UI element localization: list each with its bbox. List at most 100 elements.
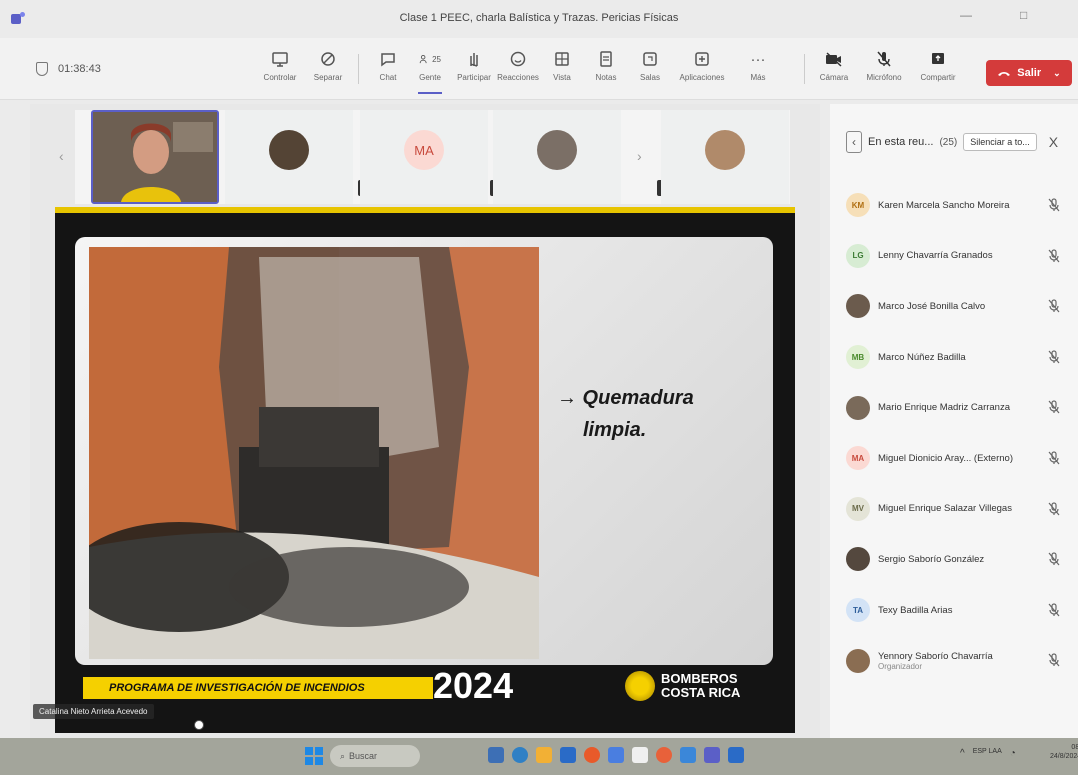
shared-slide: → Quemadura limpia. PROGRAMA DE INVESTIG… (55, 213, 795, 733)
outlook-icon[interactable] (728, 747, 744, 763)
reactions-button[interactable]: Reacciones (496, 48, 540, 94)
mic-off-icon[interactable] (1048, 451, 1060, 468)
participant-video (93, 112, 217, 202)
avatar: TA (846, 598, 870, 623)
chevron-right-icon[interactable]: › (637, 148, 642, 164)
meeting-toolbar: 01:38:43 Controlar Separar Chat 25 Gente… (0, 38, 1078, 100)
shield-icon (36, 62, 48, 76)
participant-row[interactable]: LG Lenny Chavarría Granados (830, 231, 1078, 282)
speaker-name-tag: Catalina Nieto Arrieta Acevedo (33, 704, 154, 719)
file-explorer-icon[interactable] (536, 747, 552, 763)
apps-icon (691, 48, 713, 70)
start-icon[interactable] (305, 747, 323, 765)
people-button[interactable]: 25 Gente (408, 48, 452, 94)
mute-all-button[interactable]: Silenciar a to... (963, 133, 1037, 151)
mic-off-icon[interactable] (1048, 552, 1060, 569)
taskbar-clock[interactable]: 08: 24/8/2024 (1050, 743, 1078, 761)
edge-icon[interactable] (512, 747, 528, 763)
camera-off-icon (823, 48, 845, 70)
firefox-icon[interactable] (656, 747, 672, 763)
control-label: Controlar (263, 73, 297, 82)
more-icon: ··· (750, 50, 766, 68)
more-label: Más (750, 73, 766, 82)
mic-off-icon[interactable] (1048, 299, 1060, 316)
brand-line2: COSTA RICA (661, 685, 741, 700)
chevron-left-icon[interactable]: ‹ (846, 131, 862, 153)
meeting-timer: 01:38:43 (36, 62, 101, 76)
participant-row[interactable]: MA Miguel Dionicio Aray... (Externo) (830, 433, 1078, 484)
separate-label: Separar (313, 73, 343, 82)
minimize-button[interactable]: — (960, 8, 972, 22)
participant-row[interactable]: Sergio Saborío González (830, 534, 1078, 585)
chat-button[interactable]: Chat (366, 48, 410, 94)
apps-label: Aplicaciones (679, 73, 725, 82)
apps-button[interactable]: Aplicaciones (680, 48, 724, 94)
app-icon[interactable] (608, 747, 624, 763)
rooms-button[interactable]: Salas (628, 48, 672, 94)
participant-row[interactable]: Yennory Saborío Chavarría Organizador (830, 635, 1078, 686)
mic-off-icon[interactable] (1048, 248, 1060, 266)
people-icon: 25 (419, 48, 441, 70)
video-thumbnail[interactable] (91, 110, 219, 204)
mic-off-icon (873, 48, 895, 70)
maximize-button[interactable]: □ (1020, 8, 1027, 22)
chevron-down-icon[interactable]: ⌄ (1053, 68, 1061, 79)
fire-damage-photo (89, 247, 539, 659)
share-button[interactable]: Compartir (916, 48, 960, 94)
view-icon (551, 48, 573, 70)
window-title: Clase 1 PEEC, charla Balística y Trazas.… (399, 12, 679, 24)
notes-button[interactable]: Notas (584, 48, 628, 94)
mic-button[interactable]: Micrófono (862, 48, 906, 94)
timer-text: 01:38:43 (58, 63, 101, 75)
participant-row[interactable]: MB Marco Núñez Badilla (830, 332, 1078, 383)
mic-off-icon[interactable] (1048, 198, 1060, 215)
chevron-up-icon[interactable]: ^ (960, 748, 965, 759)
chevron-left-icon[interactable]: ‹ (59, 148, 64, 164)
video-thumbnail[interactable] (493, 110, 621, 204)
app-icon[interactable] (680, 747, 696, 763)
wifi-icon[interactable]: ◔ (1010, 748, 1016, 759)
mic-off-icon[interactable] (1048, 350, 1060, 367)
tray-language[interactable]: ESP LAA (973, 748, 1002, 759)
close-icon[interactable]: X (1049, 134, 1058, 150)
toolbar-divider (358, 54, 359, 84)
store-icon[interactable] (560, 747, 576, 763)
mic-off-icon[interactable] (1048, 603, 1060, 620)
camera-button[interactable]: Cámara (812, 48, 856, 94)
clock-date: 24/8/2024 (1050, 753, 1078, 761)
participant-row[interactable]: TA Texy Badilla Arias (830, 585, 1078, 636)
participant-row[interactable]: Mario Enrique Madriz Carranza (830, 382, 1078, 433)
separate-button[interactable]: Separar (306, 48, 350, 94)
toolbar-divider (804, 54, 805, 84)
raise-hand-button[interactable]: Participar (452, 48, 496, 94)
participant-row[interactable]: Marco José Bonilla Calvo (830, 281, 1078, 332)
participant-row[interactable]: KM Karen Marcela Sancho Moreira (830, 180, 1078, 231)
view-label: Vista (553, 73, 571, 82)
task-view-icon[interactable] (488, 747, 504, 763)
video-thumbnail[interactable] (225, 110, 353, 204)
mic-off-icon[interactable] (1048, 400, 1060, 417)
avatar (705, 130, 745, 170)
meeting-stage: ‹ 1 1 MA 1 › 1 (30, 104, 820, 738)
raise-hand-label: Participar (457, 73, 491, 82)
view-button[interactable]: Vista (540, 48, 584, 94)
video-thumbnail[interactable] (661, 110, 789, 204)
participants-panel: ‹ En esta reu... (25) Silenciar a to... … (830, 104, 1078, 738)
more-button[interactable]: ··· Más (736, 48, 780, 94)
participant-name: Marco Núñez Badilla (878, 351, 966, 363)
rooms-label: Salas (639, 73, 660, 82)
pointer-cursor (194, 720, 204, 730)
taskbar-search[interactable]: ⌕ Buscar (330, 745, 420, 767)
participant-row[interactable]: MV Miguel Enrique Salazar Villegas (830, 484, 1078, 535)
banner-year: 2024 (433, 665, 514, 706)
mic-off-icon[interactable] (1048, 653, 1060, 670)
browser-icon[interactable] (584, 747, 600, 763)
mic-off-icon[interactable] (1048, 501, 1060, 519)
video-thumbnail[interactable]: MA (360, 110, 488, 204)
teams-icon[interactable] (704, 747, 720, 763)
control-button[interactable]: Controlar (258, 48, 302, 94)
smile-icon (507, 48, 529, 70)
avatar: KM (846, 193, 870, 218)
leave-button[interactable]: Salir ⌄ (986, 60, 1072, 86)
document-icon[interactable] (632, 747, 648, 763)
